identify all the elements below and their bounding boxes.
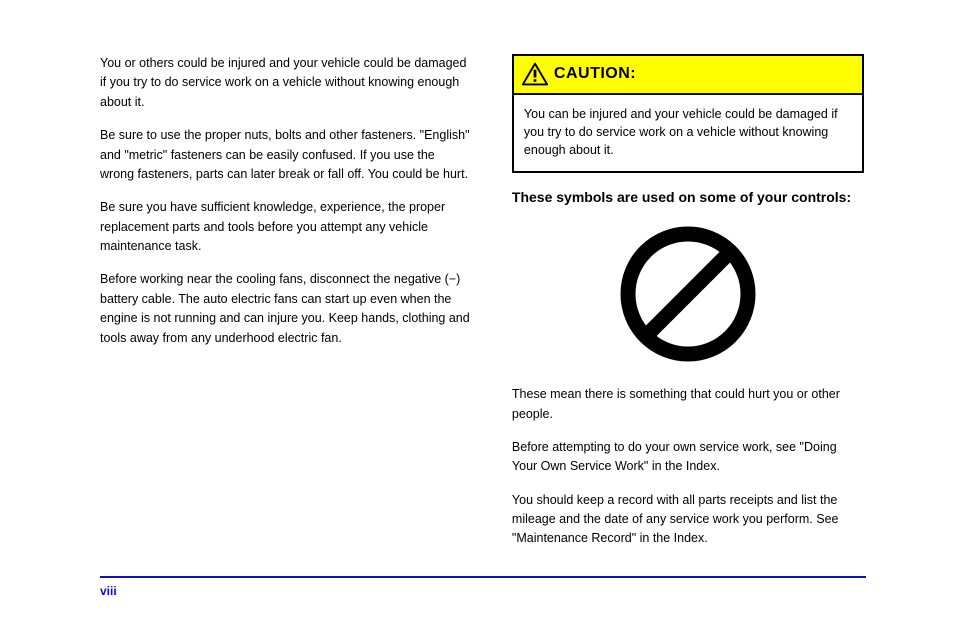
right-paragraph-1: Before attempting to do your own service… (512, 438, 864, 477)
footer-rule (100, 576, 866, 578)
left-list-2: Be sure you have sufficient knowledge, e… (100, 198, 472, 256)
left-list-1: Be sure to use the proper nuts, bolts an… (100, 126, 472, 184)
left-paragraph-1: You or others could be injured and your … (100, 54, 472, 112)
left-list-3: Before working near the cooling fans, di… (100, 270, 472, 348)
prohibition-symbol-wrap (512, 219, 864, 375)
caution-box: CAUTION: You can be injured and your veh… (512, 54, 864, 173)
caution-header: CAUTION: (514, 56, 862, 95)
right-subhead: These symbols are used on some of your c… (512, 187, 864, 209)
page-footer: viii (100, 576, 866, 598)
caution-body: You can be injured and your vehicle coul… (514, 95, 862, 171)
right-column: CAUTION: You can be injured and your veh… (512, 54, 864, 563)
caution-title: CAUTION: (554, 62, 636, 87)
left-column: You or others could be injured and your … (100, 54, 472, 563)
prohibition-icon (613, 219, 763, 369)
warning-triangle-icon (522, 62, 548, 86)
right-after-symbol: These mean there is something that could… (512, 385, 864, 424)
page-number: viii (100, 584, 117, 598)
right-paragraph-2: You should keep a record with all parts … (512, 491, 864, 549)
